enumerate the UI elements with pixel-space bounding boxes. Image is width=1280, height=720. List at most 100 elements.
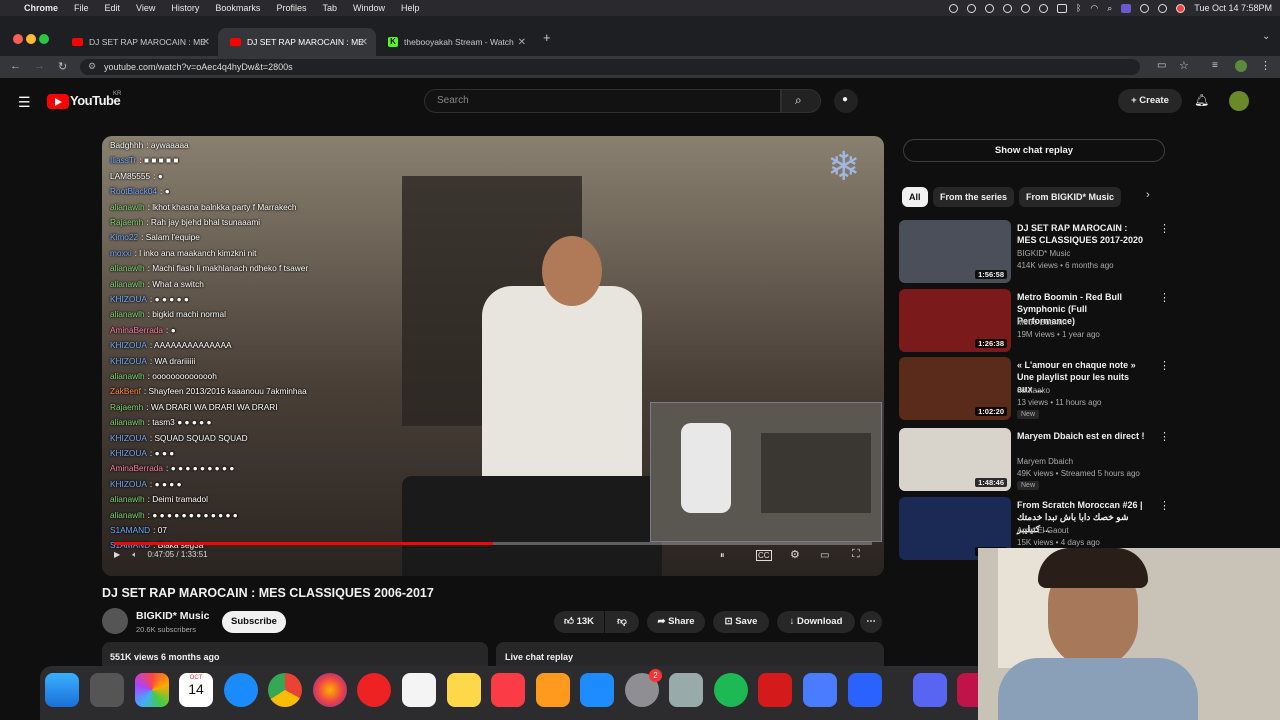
account-avatar[interactable] bbox=[1229, 91, 1249, 111]
reminders-icon[interactable] bbox=[402, 673, 436, 707]
utility-icon[interactable] bbox=[669, 673, 703, 707]
more-options-icon[interactable]: ⋮ bbox=[1159, 291, 1170, 304]
app-icon[interactable] bbox=[803, 673, 837, 707]
volume-icon[interactable]: 🔈︎ bbox=[132, 550, 137, 559]
tab-search-icon[interactable]: ⌄ bbox=[1262, 31, 1270, 42]
close-window-button[interactable] bbox=[13, 34, 23, 44]
menu-bookmarks[interactable]: Bookmarks bbox=[215, 3, 260, 13]
like-button[interactable]: 👍︎ 13K bbox=[554, 611, 604, 633]
related-video-item[interactable]: 1:48:46 Maryem Dbaich est en direct ! Mary… bbox=[899, 428, 1269, 492]
close-tab-icon[interactable]: ✕ bbox=[360, 37, 368, 48]
new-tab-button[interactable]: + bbox=[543, 30, 551, 45]
minimize-window-button[interactable] bbox=[26, 34, 36, 44]
notifications-bell-icon[interactable]: 🔔︎ bbox=[1194, 93, 1209, 107]
chip-next-icon[interactable]: › bbox=[1146, 189, 1150, 201]
user-icon[interactable] bbox=[1140, 3, 1150, 13]
pause-icon[interactable]: ⏸ bbox=[720, 550, 725, 561]
video-player[interactable]: ❄ Badghhh: aywaaaaa IliassTr: ■ ■ ■ ■ ■ LA… bbox=[102, 136, 884, 576]
status-icon[interactable] bbox=[966, 3, 976, 13]
keyboard-icon[interactable] bbox=[1056, 3, 1067, 13]
search-button[interactable]: ⌕ bbox=[781, 89, 821, 113]
more-options-icon[interactable]: ⋮ bbox=[1159, 499, 1170, 512]
calendar-icon[interactable]: OCT 14 bbox=[179, 673, 213, 707]
menu-view[interactable]: View bbox=[136, 3, 155, 13]
pages-icon[interactable] bbox=[536, 673, 570, 707]
related-thumbnail[interactable]: 1:02:20 bbox=[899, 357, 1011, 420]
video-description-box[interactable]: 551K views 6 months ago bbox=[102, 642, 488, 666]
chip-all[interactable]: All bbox=[902, 187, 928, 207]
live-chat-replay-panel[interactable]: Live chat replay bbox=[496, 642, 884, 666]
zoom-window-button[interactable] bbox=[39, 34, 49, 44]
bookmark-star-icon[interactable]: ☆ bbox=[1179, 59, 1189, 72]
extensions-icon[interactable]: ≡ bbox=[1212, 60, 1218, 71]
more-options-icon[interactable]: ⋮ bbox=[1159, 430, 1170, 443]
related-thumbnail[interactable]: 1:26:38 bbox=[899, 289, 1011, 352]
related-channel[interactable]: udutaako bbox=[1017, 386, 1050, 395]
related-channel[interactable]: Metro Boomin bbox=[1017, 318, 1067, 327]
related-video-item[interactable]: 1:26:38 Metro Boomin - Red Bull Symphonic… bbox=[899, 289, 1269, 353]
spotify-icon[interactable] bbox=[714, 673, 748, 707]
theater-mode-icon[interactable]: ▭ bbox=[820, 550, 829, 561]
notes-icon[interactable] bbox=[447, 673, 481, 707]
launchpad-icon[interactable] bbox=[90, 673, 124, 707]
captions-icon[interactable]: CC bbox=[756, 550, 772, 561]
related-video-item[interactable]: 1:56:58 DJ SET RAP MAROCAIN : MES CLASSIQ… bbox=[899, 220, 1269, 284]
creative-cloud-icon[interactable] bbox=[758, 673, 792, 707]
create-button[interactable]: + Create bbox=[1118, 89, 1182, 113]
subscribe-button[interactable]: Subscribe bbox=[222, 611, 286, 633]
back-icon[interactable]: ← bbox=[10, 60, 21, 72]
app-store-icon[interactable] bbox=[580, 673, 614, 707]
site-info-icon[interactable]: ⚙ bbox=[88, 61, 96, 72]
close-tab-icon[interactable]: ✕ bbox=[202, 37, 210, 48]
chrome-menu-icon[interactable]: ⋮ bbox=[1260, 59, 1271, 72]
opera-icon[interactable] bbox=[357, 673, 391, 707]
related-thumbnail[interactable]: 1:56:58 bbox=[899, 220, 1011, 283]
settings-icon[interactable]: ⚙ bbox=[790, 548, 800, 561]
fullscreen-icon[interactable]: ⛶ bbox=[852, 548, 860, 561]
more-actions-button[interactable]: ⋯ bbox=[860, 611, 882, 633]
close-tab-icon[interactable]: ✕ bbox=[518, 37, 526, 48]
status-icon[interactable] bbox=[948, 3, 958, 13]
chrome-profile-icon[interactable] bbox=[1176, 3, 1186, 13]
save-button[interactable]: ⊡ Save bbox=[713, 611, 769, 633]
app-icon[interactable] bbox=[848, 673, 882, 707]
dislike-button[interactable]: 👎︎ bbox=[605, 611, 639, 633]
tab-3[interactable]: K thebooyakah Stream - Watch ✕ bbox=[376, 28, 534, 56]
menu-help[interactable]: Help bbox=[401, 3, 420, 13]
profile-avatar[interactable] bbox=[1235, 60, 1247, 72]
youtube-logo-icon[interactable] bbox=[47, 94, 69, 109]
tab-2[interactable]: DJ SET RAP MAROCAIN : ME ✕ bbox=[218, 28, 376, 56]
more-options-icon[interactable]: ⋮ bbox=[1159, 222, 1170, 235]
channel-avatar[interactable] bbox=[102, 608, 128, 634]
video-progress-bar[interactable] bbox=[114, 542, 872, 545]
more-options-icon[interactable]: ⋮ bbox=[1159, 359, 1170, 372]
cast-icon[interactable]: ▭ bbox=[1157, 60, 1166, 71]
address-bar[interactable]: youtube.com/watch?v=oAec4q4hyDw&t=2800s bbox=[80, 59, 1140, 75]
tab-1[interactable]: DJ SET RAP MAROCAIN : ME ✕ bbox=[60, 28, 218, 56]
discord-icon[interactable] bbox=[913, 673, 947, 707]
reload-icon[interactable]: ↻ bbox=[58, 60, 67, 73]
headphones-icon[interactable] bbox=[984, 3, 994, 13]
play-pause-icon[interactable]: ▶ bbox=[114, 550, 120, 559]
safari-icon[interactable] bbox=[224, 673, 258, 707]
photos-icon[interactable] bbox=[135, 673, 169, 707]
related-channel[interactable]: Amin El Gaout bbox=[1017, 526, 1069, 535]
firefox-icon[interactable] bbox=[313, 673, 347, 707]
menu-tab[interactable]: Tab bbox=[322, 3, 337, 13]
menu-history[interactable]: History bbox=[171, 3, 199, 13]
related-title[interactable]: DJ SET RAP MAROCAIN : MES CLASSIQUES 201… bbox=[1017, 222, 1147, 246]
share-button[interactable]: ➦ Share bbox=[647, 611, 705, 633]
related-channel[interactable]: Maryem Dbaich bbox=[1017, 457, 1073, 466]
status-icon[interactable] bbox=[1002, 3, 1012, 13]
status-icon[interactable] bbox=[1020, 3, 1030, 13]
menu-profiles[interactable]: Profiles bbox=[276, 3, 306, 13]
chrome-icon[interactable] bbox=[268, 673, 302, 707]
music-icon[interactable] bbox=[491, 673, 525, 707]
menu-app[interactable]: Chrome bbox=[24, 3, 58, 13]
finder-icon[interactable] bbox=[45, 673, 79, 707]
hamburger-menu-icon[interactable]: ☰ bbox=[18, 94, 31, 111]
menu-edit[interactable]: Edit bbox=[105, 3, 121, 13]
related-video-item[interactable]: 1:02:20 « L'amour en chaque note » Une pl… bbox=[899, 357, 1269, 421]
control-center-icon[interactable] bbox=[1158, 3, 1168, 13]
chip-from-channel[interactable]: From BIGKID* Music bbox=[1019, 187, 1122, 207]
